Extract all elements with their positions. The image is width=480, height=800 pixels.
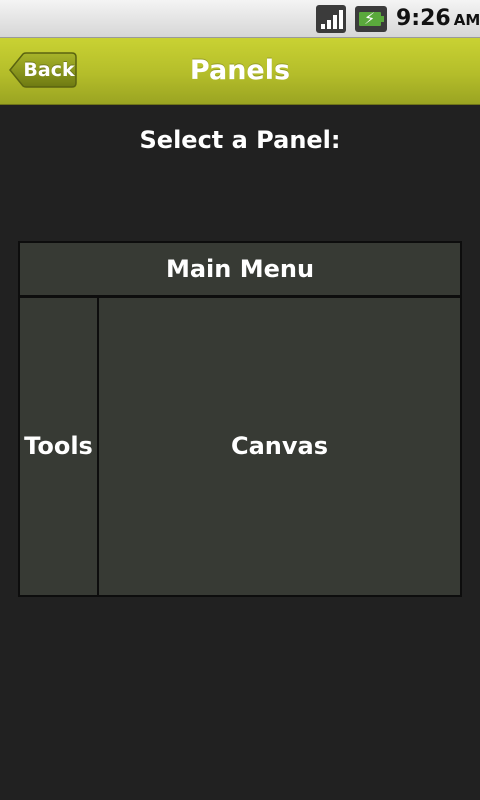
page-title: Panels [189,55,291,86]
back-button-label: Back [23,59,75,81]
title-bar: Back Panels [0,38,480,105]
status-bar: ⚡ 9:26 AM [0,0,480,38]
panel-canvas[interactable]: Canvas [97,296,462,597]
signal-strength-icon [316,5,346,33]
clock-ampm: AM [453,11,480,29]
back-button[interactable]: Back [9,52,77,88]
panel-prompt: Select a Panel: [139,126,341,154]
panel-tools[interactable]: Tools [18,296,99,597]
screen: ⚡ 9:26 AM Back Panels Select a Panel: Mai… [0,0,480,800]
clock-time: 9:26 [396,6,451,31]
panel-main-menu[interactable]: Main Menu [18,241,462,297]
status-clock: 9:26 AM [396,5,480,33]
battery-charging-icon: ⚡ [355,6,387,32]
